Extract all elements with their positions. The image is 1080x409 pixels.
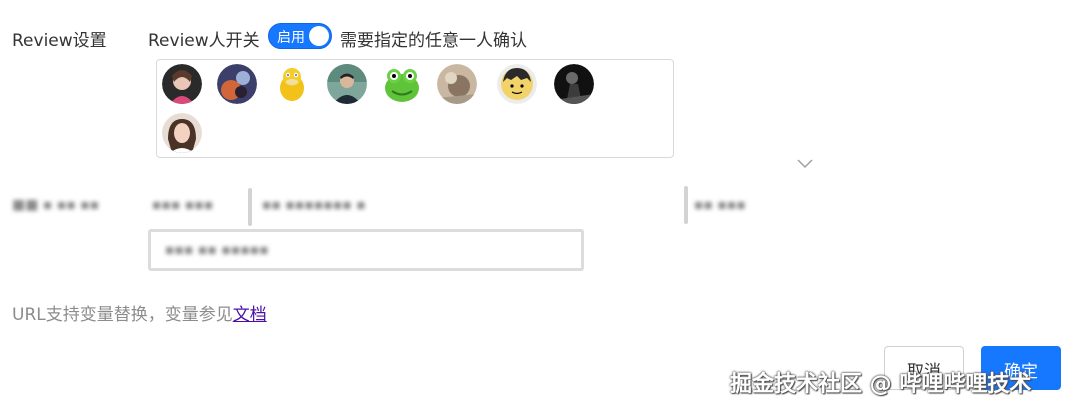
reviewer-avatar[interactable] <box>554 64 594 104</box>
redacted-url: ▪▪▪ ▪▪ ▪▪▪▪▪ <box>165 242 269 258</box>
reviewer-avatar[interactable] <box>162 64 202 104</box>
reviewer-avatar[interactable] <box>497 64 537 104</box>
reviewer-avatar[interactable] <box>382 64 422 104</box>
watermark: 掘金技术社区 @ 哔哩哔哩技术 <box>730 372 1032 397</box>
reviewer-avatar[interactable] <box>327 64 367 104</box>
review-switch-label: Review人开关 <box>148 31 260 51</box>
docs-link[interactable]: 文档 <box>233 305 267 325</box>
reviewer-avatar[interactable] <box>272 64 312 104</box>
switch-knob <box>309 26 329 46</box>
hint-text: URL支持变量替换，变量参见 <box>12 305 233 325</box>
chevron-down-icon[interactable] <box>797 159 813 169</box>
reviewer-select[interactable] <box>156 59 813 169</box>
review-switch-toggle[interactable]: 启用 <box>268 23 332 49</box>
redacted-value: ▪▪ ▪▪▪▪▪▪▪ ▪ <box>262 197 366 213</box>
url-input[interactable]: ▪▪▪ ▪▪ ▪▪▪▪▪ <box>148 229 584 271</box>
redacted-extra: ▪▪ ▪▪▪ <box>694 197 746 213</box>
redacted-divider <box>684 186 688 224</box>
redacted-label: ■■ ▪ ▪▪ ▪▪ <box>12 197 100 213</box>
reviewer-avatar[interactable] <box>437 64 477 104</box>
reviewer-avatar[interactable] <box>217 64 257 104</box>
review-settings-label: Review设置 <box>12 31 107 51</box>
review-switch-note: 需要指定的任意一人确认 <box>340 31 527 51</box>
redacted-divider <box>248 188 252 226</box>
url-variable-hint: URL支持变量替换，变量参见文档 <box>12 300 267 325</box>
reviewer-avatar[interactable] <box>162 113 202 153</box>
redacted-method: ▪▪▪ ▪▪▪ <box>152 197 214 213</box>
switch-state-text: 启用 <box>277 30 305 46</box>
